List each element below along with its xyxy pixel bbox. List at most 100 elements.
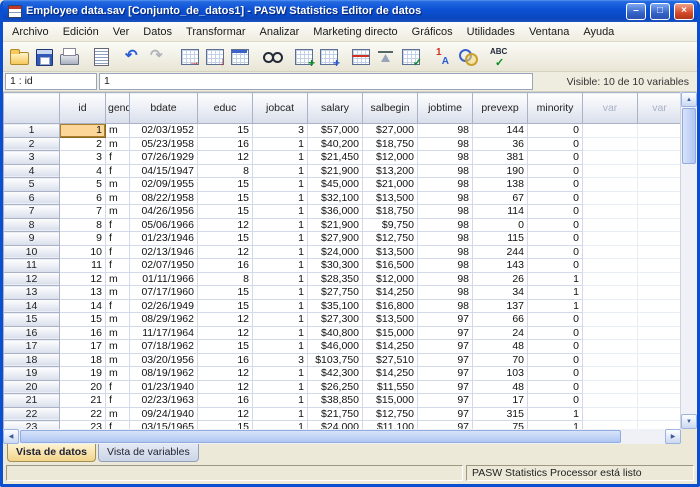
- variables-icon[interactable]: [227, 44, 252, 69]
- cell[interactable]: $27,750: [308, 286, 363, 300]
- use-sets-icon[interactable]: [455, 44, 480, 69]
- cell[interactable]: 98: [418, 272, 473, 286]
- cell[interactable]: 138: [473, 178, 528, 192]
- cell[interactable]: 315: [473, 407, 528, 421]
- cell[interactable]: 1: [253, 367, 308, 381]
- cell[interactable]: 15: [198, 205, 253, 219]
- scroll-right-icon[interactable]: ▶: [665, 429, 681, 444]
- cell[interactable]: [583, 353, 638, 367]
- cell[interactable]: 97: [418, 367, 473, 381]
- cell[interactable]: 11: [60, 259, 106, 273]
- cell[interactable]: 02/13/1946: [130, 245, 198, 259]
- cell[interactable]: 14: [60, 299, 106, 313]
- cell[interactable]: $42,300: [308, 367, 363, 381]
- cell[interactable]: 12: [198, 367, 253, 381]
- cell[interactable]: [638, 421, 681, 430]
- minimize-button[interactable]: –: [626, 3, 646, 20]
- cell[interactable]: 0: [528, 164, 583, 178]
- cell[interactable]: 20: [60, 380, 106, 394]
- column-header[interactable]: var: [583, 93, 638, 124]
- cell[interactable]: [638, 286, 681, 300]
- cell[interactable]: 34: [473, 286, 528, 300]
- cell[interactable]: [583, 326, 638, 340]
- cell[interactable]: [583, 124, 638, 138]
- cell[interactable]: 1: [253, 178, 308, 192]
- cell[interactable]: 1: [528, 421, 583, 430]
- cell[interactable]: 1: [60, 124, 106, 138]
- cell[interactable]: 0: [528, 124, 583, 138]
- menu-item[interactable]: Analizar: [253, 23, 307, 41]
- cell[interactable]: [638, 245, 681, 259]
- cell[interactable]: 0: [528, 191, 583, 205]
- cell[interactable]: f: [106, 299, 130, 313]
- cell[interactable]: 114: [473, 205, 528, 219]
- cell[interactable]: 75: [473, 421, 528, 430]
- row-header[interactable]: 3: [4, 151, 60, 165]
- close-button[interactable]: ×: [674, 3, 694, 20]
- cell[interactable]: 0: [528, 137, 583, 151]
- cell[interactable]: [583, 137, 638, 151]
- vertical-scrollbar[interactable]: ▲ ▼: [680, 92, 697, 429]
- menu-item[interactable]: Gráficos: [405, 23, 460, 41]
- cell[interactable]: 98: [418, 164, 473, 178]
- cell[interactable]: 8: [198, 164, 253, 178]
- cell[interactable]: 98: [418, 259, 473, 273]
- cell[interactable]: $21,900: [308, 164, 363, 178]
- cell[interactable]: m: [106, 407, 130, 421]
- cell[interactable]: f: [106, 245, 130, 259]
- cell[interactable]: $27,000: [363, 124, 418, 138]
- cell[interactable]: 0: [528, 367, 583, 381]
- print-icon[interactable]: [56, 44, 81, 69]
- row-header[interactable]: 17: [4, 340, 60, 354]
- row-header[interactable]: 12: [4, 272, 60, 286]
- cell[interactable]: f: [106, 380, 130, 394]
- cell[interactable]: 0: [528, 151, 583, 165]
- cell[interactable]: 26: [473, 272, 528, 286]
- cell[interactable]: [583, 259, 638, 273]
- cell[interactable]: 12: [60, 272, 106, 286]
- cell[interactable]: $13,500: [363, 313, 418, 327]
- cell[interactable]: $11,100: [363, 421, 418, 430]
- cell[interactable]: $103,750: [308, 353, 363, 367]
- cell[interactable]: m: [106, 272, 130, 286]
- cell[interactable]: [583, 232, 638, 246]
- column-header[interactable]: gender: [106, 93, 130, 124]
- cell[interactable]: $16,800: [363, 299, 418, 313]
- undo-icon[interactable]: [120, 44, 145, 69]
- cell[interactable]: m: [106, 124, 130, 138]
- cell[interactable]: 01/23/1940: [130, 380, 198, 394]
- cell[interactable]: 13: [60, 286, 106, 300]
- cell[interactable]: 1: [528, 286, 583, 300]
- cell[interactable]: 22: [60, 407, 106, 421]
- tab-data-view[interactable]: Vista de datos: [7, 444, 96, 462]
- cell[interactable]: 2: [60, 137, 106, 151]
- cell[interactable]: 5: [60, 178, 106, 192]
- cell[interactable]: f: [106, 259, 130, 273]
- cell[interactable]: 03/15/1965: [130, 421, 198, 430]
- cell[interactable]: $14,250: [363, 367, 418, 381]
- cell[interactable]: [638, 367, 681, 381]
- cell[interactable]: 3: [253, 124, 308, 138]
- cell[interactable]: 02/03/1952: [130, 124, 198, 138]
- cell[interactable]: 1: [253, 407, 308, 421]
- cell[interactable]: [638, 272, 681, 286]
- cell[interactable]: 08/29/1962: [130, 313, 198, 327]
- cell[interactable]: 04/26/1956: [130, 205, 198, 219]
- cell[interactable]: 190: [473, 164, 528, 178]
- cell[interactable]: f: [106, 164, 130, 178]
- cell[interactable]: [583, 407, 638, 421]
- menu-item[interactable]: Utilidades: [460, 23, 522, 41]
- goto-variable-icon[interactable]: [202, 44, 227, 69]
- cell[interactable]: $13,500: [363, 245, 418, 259]
- cell[interactable]: 98: [418, 137, 473, 151]
- cell[interactable]: [638, 205, 681, 219]
- cell[interactable]: $16,500: [363, 259, 418, 273]
- cell[interactable]: 09/24/1940: [130, 407, 198, 421]
- cell[interactable]: [583, 340, 638, 354]
- cell[interactable]: m: [106, 353, 130, 367]
- cell[interactable]: $36,000: [308, 205, 363, 219]
- cell[interactable]: [583, 178, 638, 192]
- cell[interactable]: 07/18/1962: [130, 340, 198, 354]
- cell[interactable]: [638, 259, 681, 273]
- row-header[interactable]: 7: [4, 205, 60, 219]
